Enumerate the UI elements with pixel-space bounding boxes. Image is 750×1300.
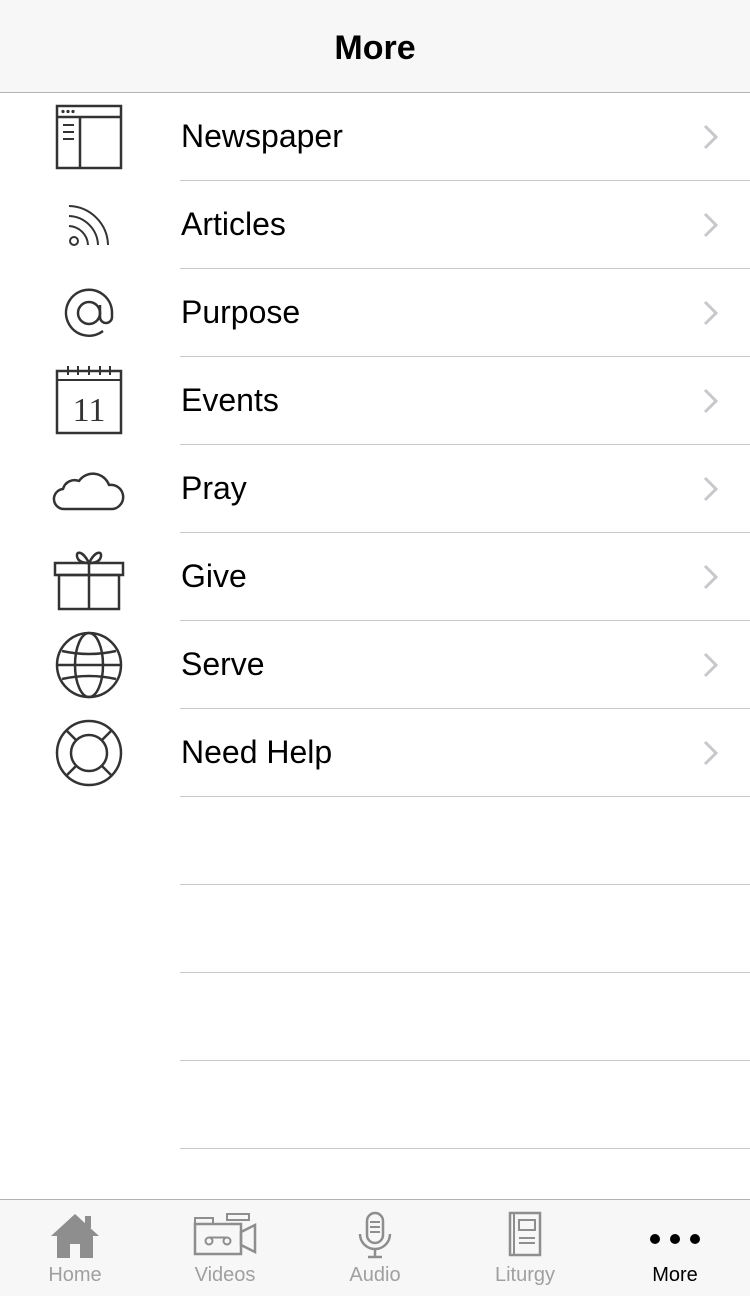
empty-row (0, 797, 750, 885)
bottom-edge-strip (0, 1296, 750, 1300)
page-title: More (334, 28, 416, 67)
menu-item-label: Give (181, 558, 247, 594)
empty-row (0, 1061, 750, 1149)
video-camera-icon (150, 1200, 300, 1262)
chevron-right-icon (703, 388, 719, 414)
menu-item-newspaper[interactable]: Newspaper (0, 93, 750, 181)
chevron-right-icon (703, 564, 719, 590)
calendar-icon: 11 (50, 363, 128, 439)
tab-audio[interactable]: Audio (300, 1200, 450, 1300)
menu-item-pray[interactable]: Pray (0, 445, 750, 533)
tab-home[interactable]: Home (0, 1200, 150, 1300)
row-separator (180, 1148, 750, 1149)
rss-icon (50, 187, 128, 263)
chevron-right-icon (703, 476, 719, 502)
gift-icon (50, 539, 128, 615)
chevron-right-icon (703, 212, 719, 238)
newspaper-icon (50, 99, 128, 175)
empty-row (0, 885, 750, 973)
tab-label: Videos (194, 1264, 256, 1286)
book-icon (450, 1200, 600, 1262)
chevron-right-icon (703, 652, 719, 678)
menu-item-events[interactable]: 11 Events (0, 357, 750, 445)
menu-item-label: Articles (181, 206, 286, 242)
tab-label: Liturgy (494, 1264, 556, 1286)
more-menu-list: Newspaper Articles Purpose 11 Events Pra… (0, 93, 750, 1149)
tab-videos[interactable]: Videos (150, 1200, 300, 1300)
lifebuoy-icon (50, 715, 128, 791)
home-icon (0, 1200, 150, 1262)
calendar-date-text: 11 (73, 392, 106, 429)
menu-item-label: Need Help (181, 734, 333, 770)
menu-item-label: Newspaper (181, 118, 343, 154)
tab-liturgy[interactable]: Liturgy (450, 1200, 600, 1300)
menu-item-label: Events (181, 382, 279, 418)
cloud-icon (50, 451, 128, 527)
menu-item-purpose[interactable]: Purpose (0, 269, 750, 357)
microphone-icon (300, 1200, 450, 1262)
tab-more[interactable]: More (600, 1200, 750, 1300)
navigation-bar: More (0, 0, 750, 93)
at-sign-icon (50, 275, 128, 351)
tab-label: Audio (349, 1264, 401, 1286)
tab-label: More (652, 1264, 698, 1286)
screen: More Newspaper Articles Purpose 11 Event… (0, 0, 750, 1300)
menu-item-serve[interactable]: Serve (0, 621, 750, 709)
menu-item-label: Purpose (181, 294, 301, 330)
tab-label: Home (48, 1264, 102, 1286)
menu-item-articles[interactable]: Articles (0, 181, 750, 269)
chevron-right-icon (703, 124, 719, 150)
globe-icon (50, 627, 128, 703)
chevron-right-icon (703, 740, 719, 766)
tab-bar: Home Videos Audio Liturgy More (0, 1199, 750, 1300)
chevron-right-icon (703, 300, 719, 326)
menu-item-label: Pray (181, 470, 247, 506)
empty-row (0, 973, 750, 1061)
menu-item-give[interactable]: Give (0, 533, 750, 621)
menu-item-label: Serve (181, 646, 265, 682)
more-dots-icon (600, 1200, 750, 1262)
menu-item-need-help[interactable]: Need Help (0, 709, 750, 797)
